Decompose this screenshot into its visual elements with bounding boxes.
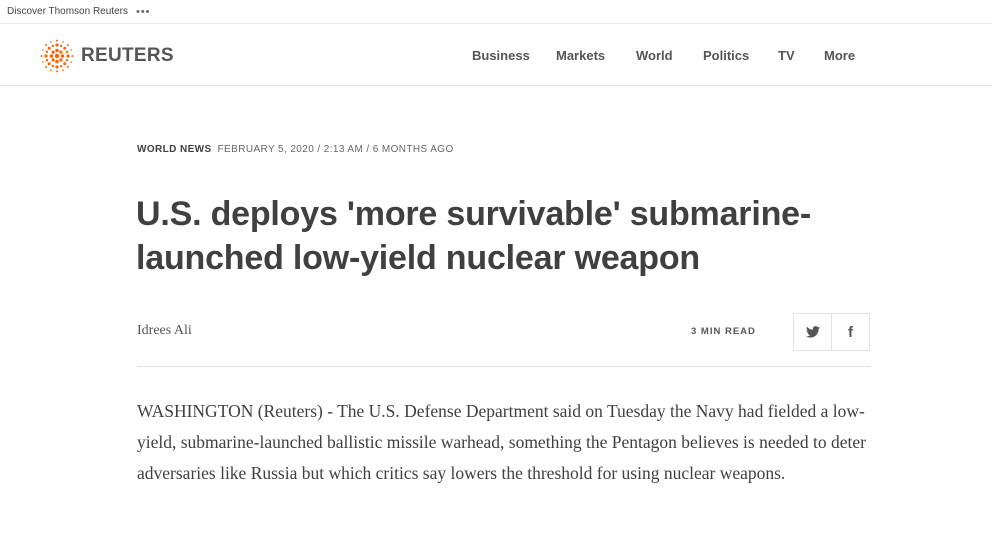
nav-item-markets[interactable]: Markets bbox=[556, 48, 605, 63]
nav-item-business[interactable]: Business bbox=[472, 48, 530, 63]
byline-row: Idrees Ali 3 MIN READ f bbox=[137, 313, 871, 367]
author-name[interactable]: Idrees Ali bbox=[137, 323, 192, 339]
nav-item-world[interactable]: World bbox=[636, 48, 673, 63]
site-header: REUTERS Business Markets World Politics … bbox=[0, 25, 992, 86]
article-first-paragraph: WASHINGTON (Reuters) - The U.S. Defense … bbox=[137, 401, 866, 483]
share-buttons: f bbox=[793, 313, 870, 351]
more-dots-icon[interactable]: ••• bbox=[136, 6, 151, 18]
share-twitter-button[interactable] bbox=[794, 314, 831, 350]
read-time: 3 MIN READ bbox=[691, 326, 756, 337]
nav-item-more[interactable]: More bbox=[824, 48, 855, 63]
twitter-icon bbox=[805, 326, 820, 338]
article-dateline: FEBRUARY 5, 2020 / 2:13 AM / 6 MONTHS AG… bbox=[217, 144, 454, 155]
top-utility-bar: Discover Thomson Reuters ••• bbox=[0, 0, 992, 24]
facebook-icon: f bbox=[848, 323, 853, 341]
main-navigation: Business Markets World Politics TV More bbox=[0, 48, 992, 68]
nav-item-tv[interactable]: TV bbox=[778, 48, 795, 63]
share-facebook-button[interactable]: f bbox=[831, 314, 869, 350]
discover-thomson-reuters-link[interactable]: Discover Thomson Reuters bbox=[7, 6, 128, 17]
nav-item-politics[interactable]: Politics bbox=[703, 48, 749, 63]
article-headline: U.S. deploys 'more survivable' submarine… bbox=[136, 195, 811, 277]
article-meta: WORLD NEWS FEBRUARY 5, 2020 / 2:13 AM / 6… bbox=[137, 144, 454, 155]
section-label[interactable]: WORLD NEWS bbox=[137, 144, 212, 155]
